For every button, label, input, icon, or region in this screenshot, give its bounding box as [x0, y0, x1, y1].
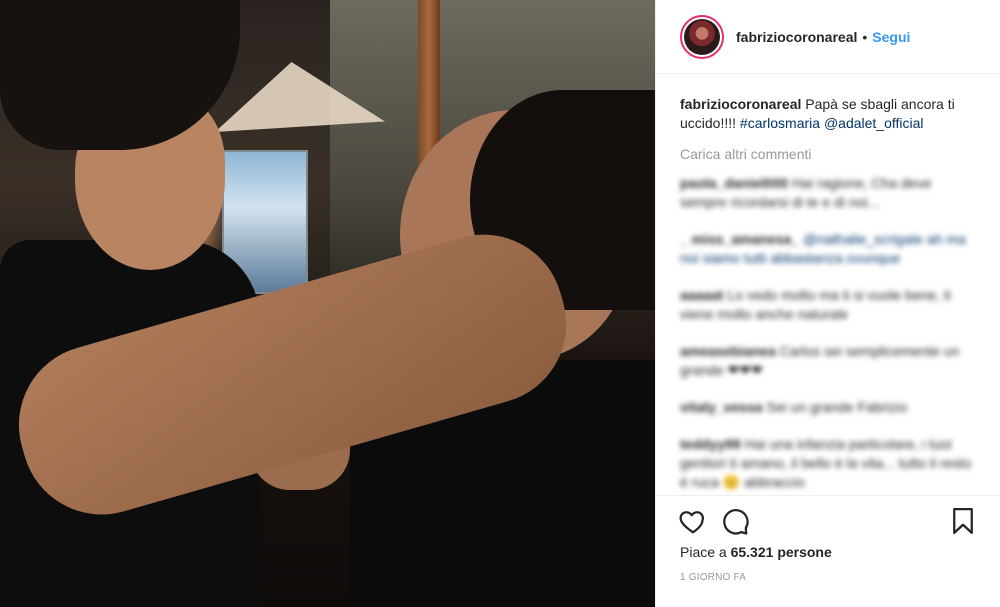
separator-dot: •: [862, 28, 868, 45]
follow-button[interactable]: Segui: [872, 29, 910, 45]
load-more-comments-button[interactable]: Carica altri commenti: [680, 145, 980, 164]
post-side-panel: fabriziocoronareal • Segui fabriziocoron…: [655, 0, 1000, 607]
post-timestamp[interactable]: 1 giorno fa: [680, 572, 746, 583]
comment-item: _ miss_amanesa_ @nathalie_scrigate ah ma…: [680, 231, 966, 266]
caption-mention[interactable]: @adalet_official: [824, 115, 924, 131]
post-header: fabriziocoronareal • Segui: [656, 0, 1000, 74]
post-actions: Piace a 65.321 persone 1 giorno fa: [656, 495, 1000, 607]
heart-icon[interactable]: [678, 506, 708, 536]
caption: fabriziocoronareal Papà se sbagli ancora…: [680, 95, 980, 133]
username-link[interactable]: fabriziocoronareal: [736, 29, 857, 45]
post-photo: [0, 0, 655, 607]
comment-item: ameasebianea Carlos sei semplicemente un…: [680, 343, 960, 378]
caption-hashtag[interactable]: #carlosmaria: [740, 115, 820, 131]
avatar[interactable]: [680, 14, 724, 59]
post-modal: fabriziocoronareal • Segui fabriziocoron…: [0, 0, 1000, 607]
caption-username[interactable]: fabriziocoronareal: [680, 96, 801, 112]
comments-section: fabriziocoronareal Papà se sbagli ancora…: [680, 95, 980, 510]
comment-item: teddyy99 Hai una infanzia particolare, i…: [680, 436, 972, 490]
bookmark-icon[interactable]: [948, 506, 978, 536]
comment-item: vitaly_vessa Sei un grande Fabrizio: [680, 399, 908, 415]
comment-item: paola_daniel000 Hai ragione, Cha deve se…: [680, 175, 932, 210]
blurred-comments: paola_daniel000 Hai ragione, Cha deve se…: [680, 174, 980, 492]
comment-item: aaaaat Lo vedo molto ma ti si vuole bene…: [680, 287, 951, 322]
likes-count[interactable]: Piace a 65.321 persone: [680, 544, 832, 560]
comment-icon[interactable]: [720, 506, 750, 536]
